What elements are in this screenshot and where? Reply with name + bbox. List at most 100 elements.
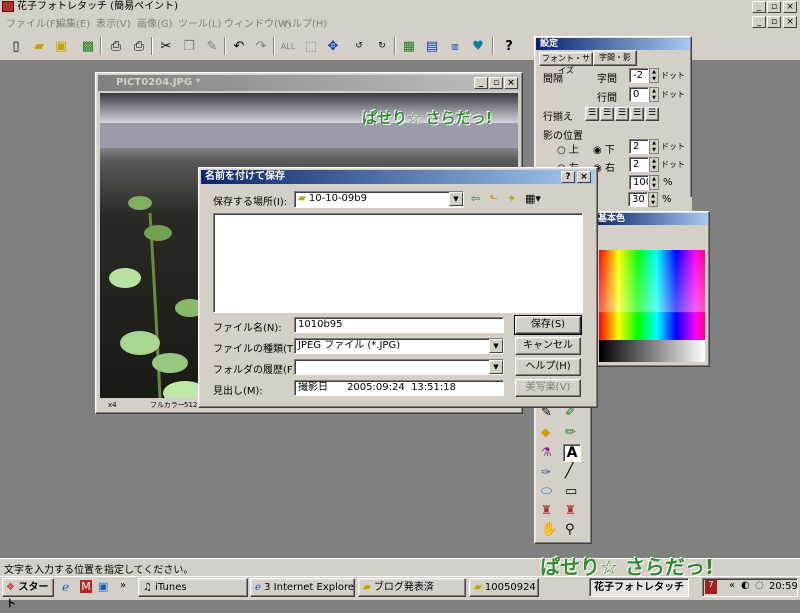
print-icon[interactable]: ⎙ — [128, 36, 150, 56]
shadow-vertical-input[interactable]: 2 — [629, 139, 649, 154]
desktop-quicklaunch-icon[interactable]: ▣ — [98, 580, 108, 593]
rotate-left-icon[interactable]: ↺ — [348, 36, 370, 56]
hand-tool-icon[interactable]: ✋ — [541, 522, 557, 537]
view-menu-icon[interactable]: ▦▾ — [525, 192, 541, 205]
help-icon[interactable]: ? — [498, 36, 520, 56]
child-minimize-button[interactable]: _ — [752, 16, 766, 28]
new-icon[interactable]: ▯ — [5, 36, 27, 56]
tray-network-icon[interactable]: ◐ — [741, 580, 750, 591]
open-icon[interactable]: ▰ — [28, 36, 50, 56]
opacity-spinner[interactable]: ▲ ▼ — [649, 175, 659, 190]
save-icon[interactable]: ▣ — [50, 36, 72, 56]
taskbar-item-ie[interactable]: ℯ 3 Internet Explorer — [250, 578, 355, 597]
tray-volume-icon[interactable]: ◌ — [755, 580, 764, 591]
shadow-horizontal-spinner[interactable]: ▲ ▼ — [649, 157, 659, 172]
tab-spacing-shadow[interactable]: 字間・影 — [593, 50, 637, 66]
line-tool-icon[interactable]: ╱ — [565, 463, 573, 479]
file-list[interactable] — [213, 213, 583, 313]
taskbar-item-folder-blog[interactable]: ▰ ブログ発表済 — [358, 578, 466, 597]
shadow-horizontal-input[interactable]: 2 — [629, 157, 649, 172]
align-left-button[interactable]: ☰ — [585, 107, 599, 121]
mail-quicklaunch-icon[interactable]: M — [80, 580, 92, 593]
align-distribute-button[interactable]: ☰ — [645, 107, 659, 121]
line-spacing-input[interactable]: 0 — [629, 87, 649, 102]
move-icon[interactable]: ✥ — [322, 36, 344, 56]
rectangle-tool-icon[interactable]: ▭ — [565, 484, 577, 499]
filename-input[interactable]: 1010b95 — [294, 317, 504, 333]
adjust-icon[interactable]: ▦ — [398, 36, 420, 56]
new-folder-icon[interactable]: ✦ — [507, 192, 516, 205]
maximize-button[interactable]: ▫ — [767, 1, 781, 13]
filter-icon[interactable]: ▤ — [421, 36, 443, 56]
dropper-tool-icon[interactable]: ✑ — [541, 465, 551, 479]
shadow-vertical-spinner[interactable]: ▲ ▼ — [649, 139, 659, 154]
menu-image[interactable]: 画像(G) — [137, 15, 173, 30]
cut-icon[interactable]: ✂ — [155, 36, 177, 56]
eraser-tool-icon[interactable]: ◆ — [541, 425, 550, 439]
filetype-select[interactable]: JPEG ファイル (*.JPG) ▼ — [294, 338, 504, 354]
menu-help[interactable]: ヘルプ(H) — [282, 15, 327, 30]
align-right-button[interactable]: ☰ — [615, 107, 629, 121]
heart-icon[interactable]: ♥ — [467, 36, 489, 56]
up-folder-icon[interactable]: ⬑ — [489, 192, 498, 205]
help-button[interactable]: ヘルプ(H) — [515, 358, 581, 376]
menu-tools[interactable]: ツール(L) — [178, 15, 221, 30]
blur-input[interactable]: 30 — [628, 192, 648, 207]
taskbar-item-hanako[interactable]: 花子フォトレタッチ (... — [589, 578, 689, 597]
tab-font-size[interactable]: フォント・サイズ — [539, 52, 593, 75]
photo-close-button[interactable]: × — [504, 77, 518, 89]
location-select[interactable]: ▰ 10-10-09b9 ▼ — [294, 191, 464, 208]
taskbar-item-folder-date[interactable]: ▰ 10050924 — [469, 578, 539, 597]
clone-tool-icon[interactable]: ♜ — [565, 503, 576, 517]
menu-view[interactable]: 表示(V) — [96, 15, 131, 30]
rotate-right-icon[interactable]: ↻ — [371, 36, 393, 56]
auto-icon[interactable]: ▥ — [444, 36, 466, 56]
more-quicklaunch-icon[interactable]: » — [120, 580, 126, 591]
menu-edit[interactable]: 編集(E) — [56, 15, 90, 30]
location-dropdown-icon[interactable]: ▼ — [449, 192, 463, 206]
taskbar-item-itunes[interactable]: ♫ iTunes — [138, 578, 248, 597]
history-dropdown-icon[interactable]: ▼ — [489, 360, 503, 374]
char-spacing-input[interactable]: -2 — [629, 68, 649, 83]
shadow-top-radio[interactable]: ○ 上 — [557, 141, 579, 156]
blur-spinner[interactable]: ▲ ▼ — [648, 192, 658, 207]
tray-app-icon[interactable]: 7 — [705, 580, 717, 594]
paste-icon[interactable]: ✎ — [201, 36, 223, 56]
child-close-button[interactable]: × — [783, 16, 797, 28]
photo-minimize-button[interactable]: _ — [474, 77, 488, 89]
cancel-button[interactable]: キャンセル — [515, 337, 581, 355]
child-restore-button[interactable]: ▫ — [767, 16, 781, 28]
redo-icon[interactable]: ↷ — [250, 36, 272, 56]
pencil-tool-icon[interactable]: ✏ — [565, 425, 576, 440]
stamp-tool-icon[interactable]: ♜ — [541, 503, 552, 517]
ellipse-tool-icon[interactable]: ⬭ — [541, 484, 552, 499]
caption-input[interactable]: 撮影日 2005:09:24 13:51:18 — [294, 380, 504, 396]
close-button[interactable]: × — [783, 1, 797, 13]
zoom-tool-icon[interactable]: ⚲ — [565, 522, 575, 537]
start-button[interactable]: ❖ スタート — [2, 578, 54, 610]
save-button[interactable]: 保存(S) — [514, 315, 582, 335]
line-spacing-spinner[interactable]: ▲ ▼ — [649, 87, 659, 102]
fill-tool-icon[interactable]: ⚗ — [541, 445, 552, 459]
history-select[interactable]: ▼ — [294, 359, 504, 375]
copy-icon[interactable]: ❐ — [178, 36, 200, 56]
palette-grayscale[interactable] — [599, 340, 705, 362]
filetype-dropdown-icon[interactable]: ▼ — [489, 339, 503, 353]
minimize-button[interactable]: _ — [752, 1, 766, 13]
photo-maximize-button[interactable]: ▫ — [489, 77, 503, 89]
shadow-bottom-radio[interactable]: ◉ 下 — [593, 141, 615, 156]
text-tool-icon[interactable]: A — [563, 444, 581, 462]
ie-quicklaunch-icon[interactable]: ℯ — [62, 580, 69, 594]
select-all-icon[interactable]: ALL — [277, 36, 299, 56]
undo-icon[interactable]: ↶ — [228, 36, 250, 56]
dialog-help-button[interactable]: ? — [561, 171, 575, 183]
dialog-close-button[interactable]: × — [577, 171, 591, 183]
menu-file[interactable]: ファイル(F) — [6, 15, 60, 30]
align-justify-button[interactable]: ☰ — [630, 107, 644, 121]
align-center-button[interactable]: ☰ — [600, 107, 614, 121]
opacity-input[interactable]: 100 — [629, 175, 649, 190]
tray-expand-icon[interactable]: « — [729, 580, 735, 591]
scan-icon[interactable]: ▩ — [77, 36, 99, 56]
print-preview-icon[interactable]: ⎙ — [105, 36, 127, 56]
crop-icon[interactable]: ⬚ — [300, 36, 322, 56]
